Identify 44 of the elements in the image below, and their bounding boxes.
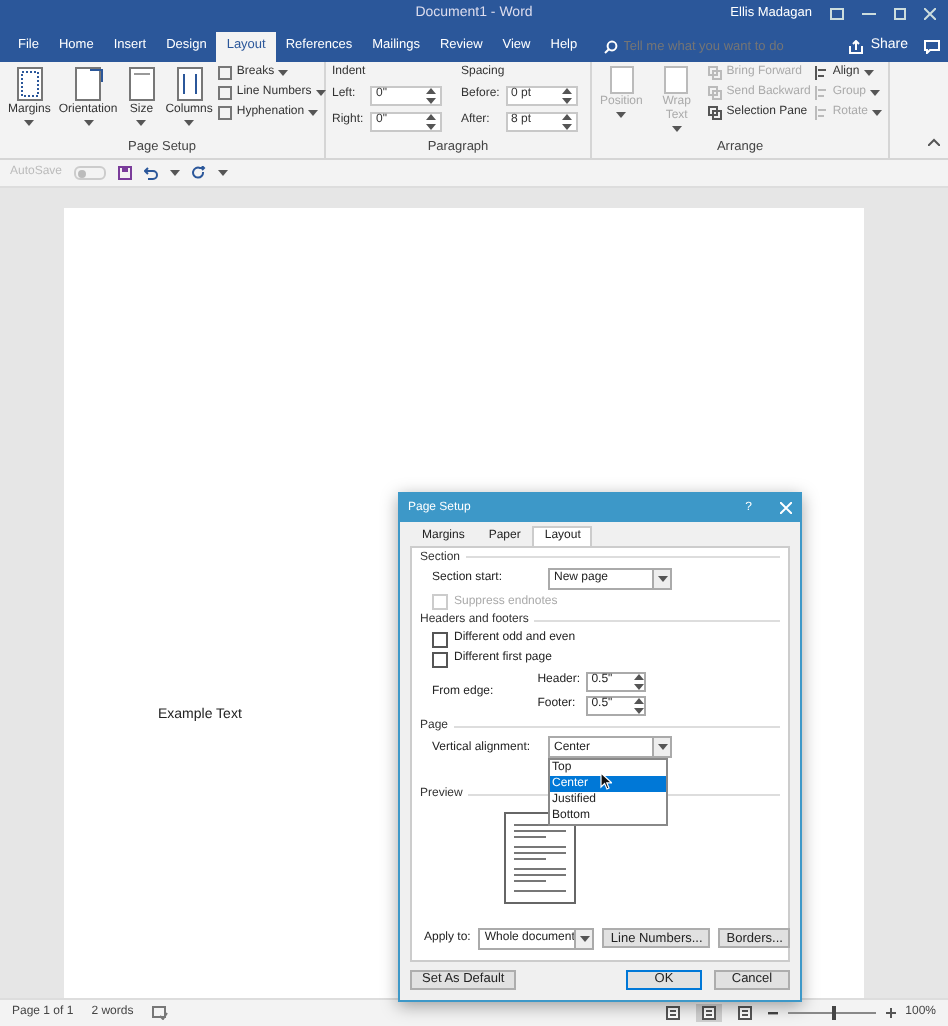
zoom-thumb[interactable] [831,1006,836,1020]
mouse-pointer-icon [600,772,612,791]
caret-icon [671,125,682,132]
spin-arrows-icon[interactable] [633,671,644,692]
spin-arrows-icon[interactable] [633,695,644,716]
share-icon [848,40,865,54]
caret-icon [657,744,667,751]
autosave-toggle[interactable] [74,166,107,180]
collapse-ribbon-icon[interactable] [928,138,940,146]
maximize-icon[interactable] [894,8,906,20]
undo-icon[interactable] [144,166,159,180]
caret-icon [278,70,289,76]
checkbox[interactable] [432,651,448,668]
proofing-icon[interactable] [151,1006,168,1020]
minimize-icon[interactable] [862,8,876,20]
caret-icon [315,90,326,96]
search-icon [603,40,618,54]
spin-arrows-icon[interactable] [561,85,571,106]
caret-icon [170,170,181,176]
view-button[interactable] [695,1004,722,1022]
caret-icon [579,935,590,942]
spin-arrows-icon[interactable] [426,85,436,106]
redo-icon[interactable] [192,166,207,180]
caret-icon [863,70,874,76]
caret-icon [872,110,882,116]
spin-arrows-icon[interactable] [561,111,571,132]
spin-arrows-icon[interactable] [426,111,436,132]
caret-icon [136,119,147,126]
caret-icon [870,90,880,96]
caret-icon [24,119,35,126]
caret-icon [308,110,319,116]
align-icon [814,106,829,120]
caret-icon [218,170,229,176]
comment-icon[interactable] [924,40,940,54]
close-icon[interactable] [924,8,936,20]
caret-icon [616,111,627,118]
align-icon [814,66,829,80]
zoom-in-icon[interactable] [885,1008,896,1018]
caret-icon [184,119,195,126]
caret-icon [83,119,94,126]
save-icon[interactable] [118,166,133,180]
align-icon [814,86,829,100]
checkbox[interactable] [432,631,448,648]
caret-icon [657,576,667,583]
